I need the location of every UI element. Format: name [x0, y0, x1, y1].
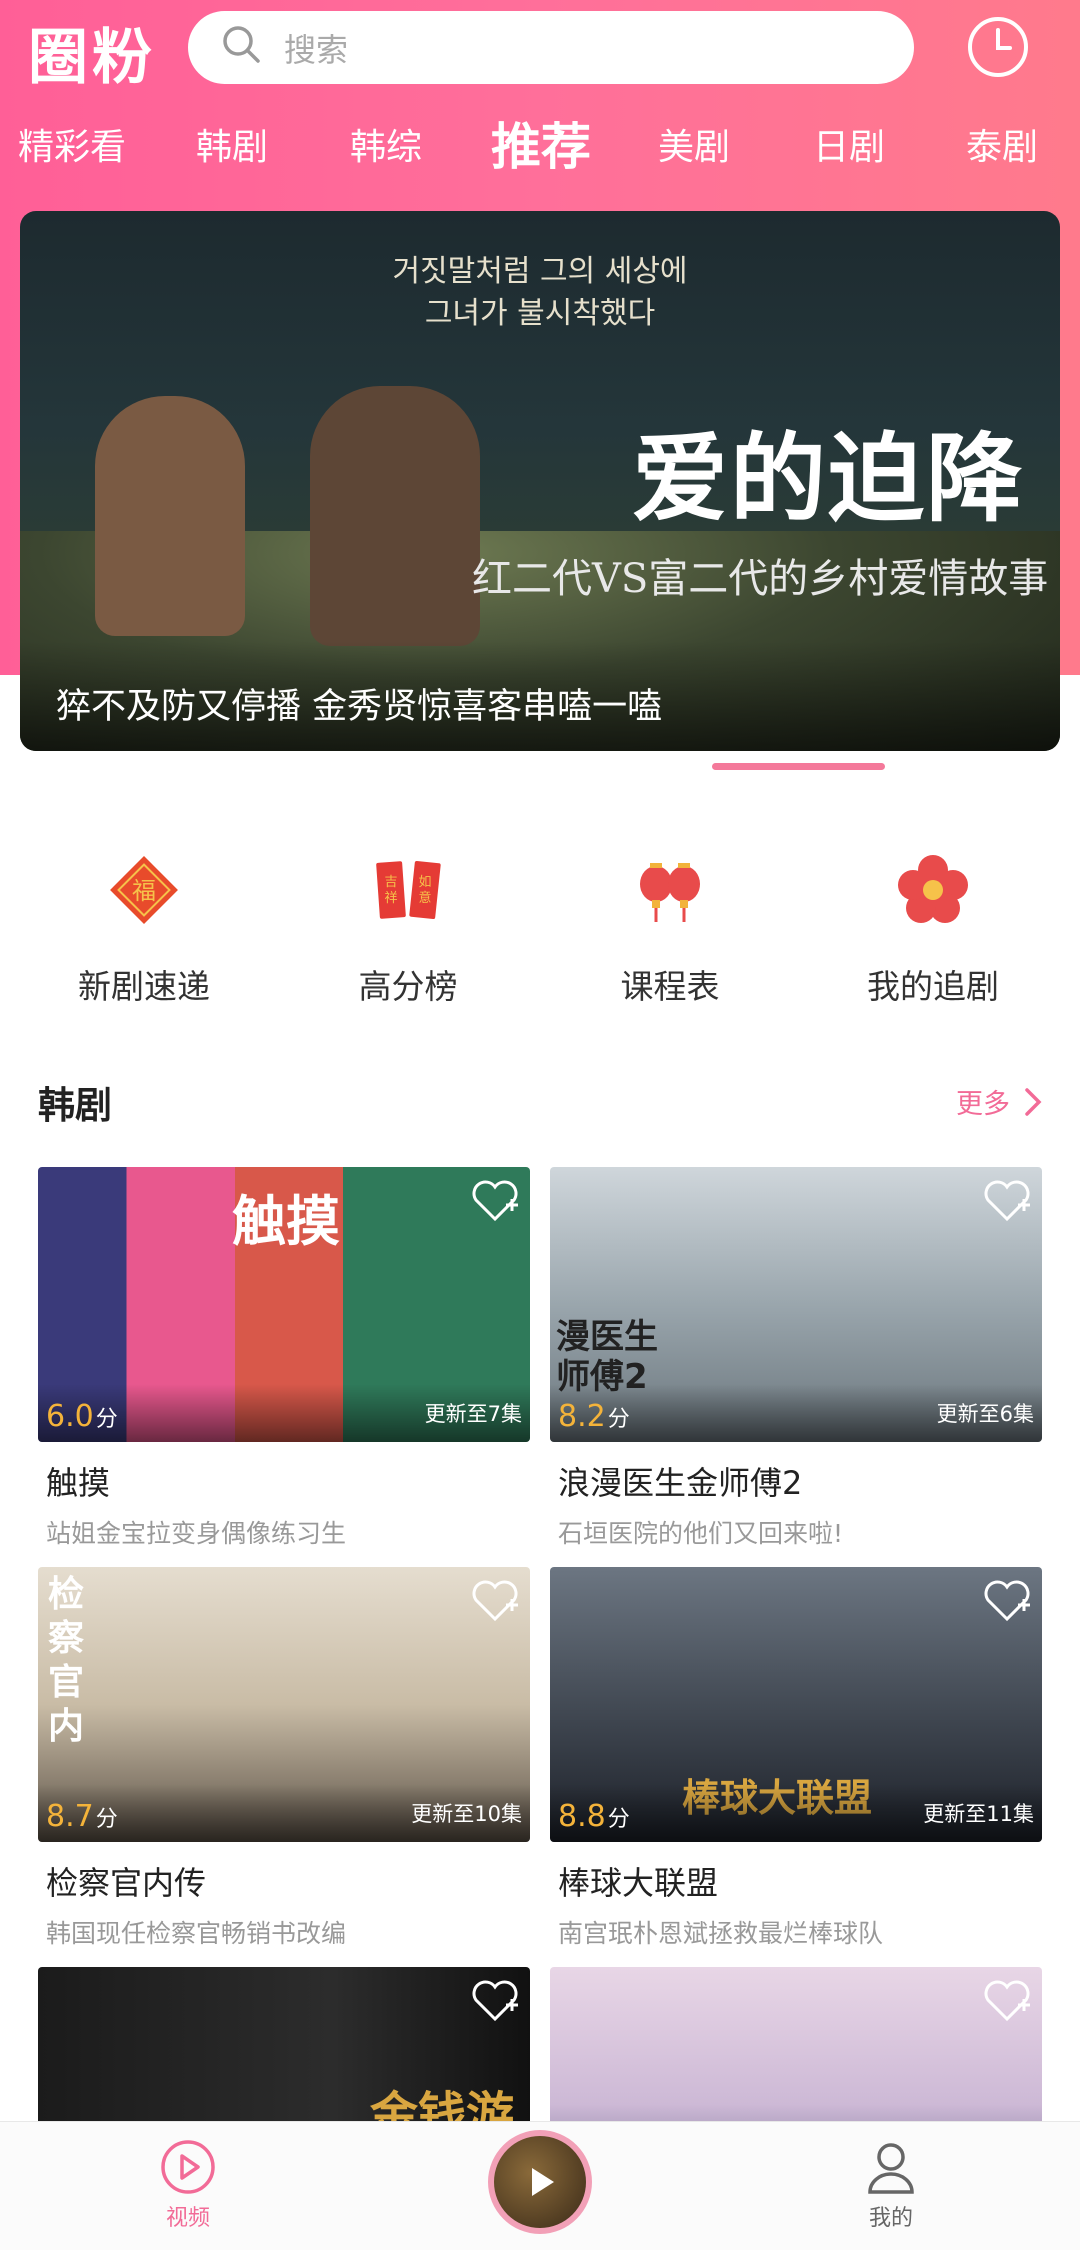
tab-us-drama[interactable]: 美剧	[658, 110, 730, 185]
show-poster: 触摸 6.0分 更新至7集	[38, 1167, 530, 1442]
quick-nav-label: 高分榜	[358, 967, 458, 1006]
banner-subtitle: 红二代VS富二代的乡村爱情故事	[472, 556, 1049, 602]
show-card[interactable]: 检察官内 8.7分 更新至10集 检察官内传 韩国现任检察官畅销书改编	[38, 1567, 530, 1950]
show-title: 棒球大联盟	[558, 1864, 719, 1902]
red-envelope-icon: 吉 祥 如 意	[376, 860, 441, 920]
favorite-add-icon[interactable]	[980, 1975, 1034, 2025]
tab-recommend[interactable]: 推荐	[491, 110, 591, 185]
svg-text:如: 如	[418, 874, 431, 890]
app-logo: 圈粉	[28, 22, 156, 93]
quick-nav-label: 我的追剧	[867, 967, 999, 1006]
nav-video[interactable]: 视频	[118, 2122, 258, 2232]
more-label: 更多	[956, 1089, 1010, 1120]
show-poster: 棒球大联盟 8.8分 更新至11集	[550, 1567, 1042, 1842]
banner-figure	[310, 386, 480, 646]
tab-thai-drama[interactable]: 泰剧	[966, 110, 1038, 185]
favorite-add-icon[interactable]	[980, 1175, 1034, 1225]
svg-text:意: 意	[418, 890, 431, 906]
search-icon	[220, 23, 262, 73]
now-playing-button[interactable]	[488, 2130, 592, 2234]
rating: 8.8分	[558, 1799, 630, 1834]
banner-korean-text: 거짓말처럼 그의 세상에 그녀가 불시착했다	[392, 254, 688, 331]
search-bar[interactable]: 搜索	[188, 11, 914, 84]
favorite-add-icon[interactable]	[468, 1975, 522, 2025]
tab-jingcaikan[interactable]: 精彩看	[18, 110, 126, 185]
show-title: 浪漫医生金师傅2	[558, 1464, 803, 1502]
banner-figure	[95, 396, 245, 636]
quick-nav-new-drama[interactable]: 福 新剧速递	[44, 850, 244, 1006]
show-description: 韩国现任检察官畅销书改编	[46, 1919, 347, 1948]
tab-korean-drama[interactable]: 韩剧	[196, 110, 268, 185]
show-description: 石垣医院的他们又回来啦!	[558, 1519, 844, 1548]
section-title: 韩剧	[38, 1084, 112, 1127]
update-status: 更新至11集	[923, 1802, 1034, 1826]
show-description: 南宫珉朴恩斌拯救最烂棒球队	[558, 1919, 884, 1948]
poster-text: 检察官内	[48, 1574, 85, 1747]
nav-mine[interactable]: 我的	[821, 2122, 961, 2232]
quick-nav-top-rated[interactable]: 吉 祥 如 意 高分榜	[308, 850, 508, 1006]
update-status: 更新至10集	[411, 1802, 522, 1826]
show-card[interactable]: 触摸 6.0分 更新至7集 触摸 站姐金宝拉变身偶像练习生	[38, 1167, 530, 1550]
diamond-fortune-icon: 福	[110, 856, 178, 924]
poster-text: 触摸	[232, 1190, 340, 1253]
show-poster: 漫医生 师傅2 8.2分 更新至6集	[550, 1167, 1042, 1442]
show-card[interactable]: 漫医生 师傅2 8.2分 更新至6集 浪漫医生金师傅2 石垣医院的他们又回来啦!	[550, 1167, 1042, 1550]
user-icon	[868, 2143, 914, 2194]
rating: 8.2分	[558, 1399, 630, 1434]
top-header: 圈粉 搜索	[0, 0, 1080, 110]
play-circle-icon	[161, 2140, 215, 2194]
play-icon	[532, 2168, 554, 2196]
plum-blossom-icon	[898, 855, 968, 923]
rating: 8.7分	[46, 1799, 118, 1834]
tab-japanese-drama[interactable]: 日剧	[813, 110, 885, 185]
nav-mine-label: 我的	[868, 2206, 913, 2231]
quick-nav-schedule[interactable]: 课程表	[570, 850, 770, 1006]
show-title: 触摸	[46, 1464, 111, 1502]
history-clock-icon[interactable]	[963, 12, 1033, 82]
app-root: 圈粉 搜索 精彩看 韩剧 韩综 推荐 美剧 日剧 泰剧 거짓말처럼 그의 세상에…	[0, 0, 1080, 2250]
tab-korean-variety[interactable]: 韩综	[350, 110, 422, 185]
chevron-right-icon	[1025, 1087, 1042, 1116]
carousel-indicator	[712, 763, 885, 770]
favorite-add-icon[interactable]	[980, 1575, 1034, 1625]
favorite-add-icon[interactable]	[468, 1175, 522, 1225]
rating: 6.0分	[46, 1399, 118, 1434]
banner-caption: 猝不及防又停播 金秀贤惊喜客串嗑一嗑	[56, 687, 663, 727]
nav-video-label: 视频	[165, 2206, 210, 2231]
category-tabs: 精彩看 韩剧 韩综 推荐 美剧 日剧 泰剧	[0, 110, 1080, 185]
banner-title: 爱的迫降	[632, 423, 1024, 535]
quick-nav-my-follow[interactable]: 我的追剧	[833, 850, 1033, 1006]
show-card[interactable]: 棒球大联盟 8.8分 更新至11集 棒球大联盟 南宫珉朴恩斌拯救最烂棒球队	[550, 1567, 1042, 1950]
svg-text:祥: 祥	[384, 891, 397, 906]
show-poster: 检察官内 8.7分 更新至10集	[38, 1567, 530, 1842]
show-description: 站姐金宝拉变身偶像练习生	[46, 1519, 347, 1548]
hero-banner[interactable]: 거짓말처럼 그의 세상에 그녀가 불시착했다 爱的迫降 红二代VS富二代的乡村爱…	[20, 211, 1060, 751]
more-link[interactable]: 更多	[956, 1082, 1042, 1121]
lantern-icon	[640, 863, 700, 922]
svg-text:吉: 吉	[384, 875, 397, 890]
search-placeholder: 搜索	[284, 30, 349, 69]
svg-text:福: 福	[132, 877, 156, 905]
quick-nav-label: 课程表	[620, 967, 720, 1006]
update-status: 更新至7集	[424, 1402, 522, 1426]
quick-nav-label: 新剧速递	[78, 967, 210, 1006]
show-title: 检察官内传	[46, 1864, 207, 1902]
favorite-add-icon[interactable]	[468, 1575, 522, 1625]
update-status: 更新至6集	[936, 1402, 1034, 1426]
